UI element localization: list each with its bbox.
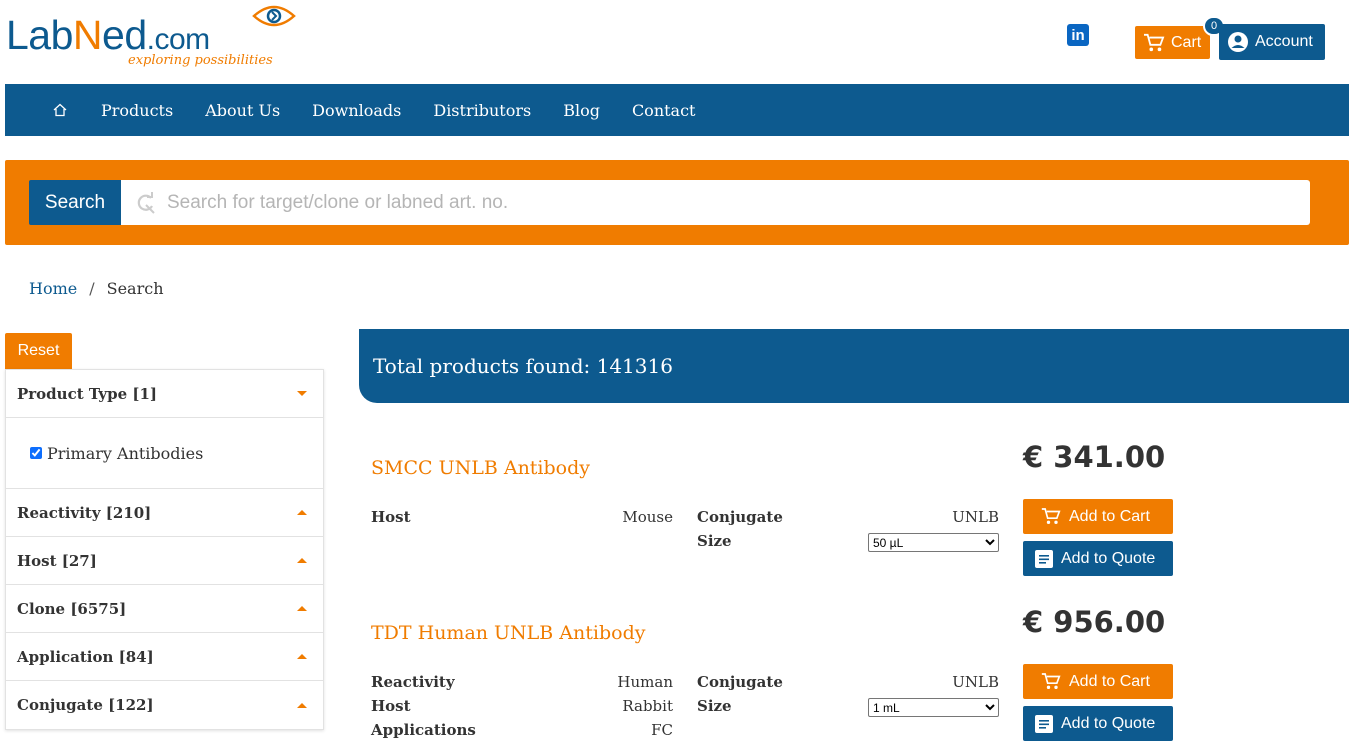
search-input[interactable] xyxy=(167,180,1297,225)
spec-host-label: Host xyxy=(371,697,411,715)
filter-product-type[interactable]: Product Type [1] xyxy=(6,370,323,418)
filter-product-type-options: Primary Antibodies xyxy=(6,418,323,489)
primary-antibodies-checkbox[interactable] xyxy=(30,447,42,459)
spec-conjugate-value: UNLB xyxy=(952,508,999,526)
filter-label: Application [84] xyxy=(17,647,154,666)
document-icon xyxy=(1035,549,1053,568)
add-to-quote-label: Add to Quote xyxy=(1061,714,1156,732)
add-to-cart-button[interactable]: Add to Cart xyxy=(1023,664,1173,699)
spec-host-value: Rabbit xyxy=(622,697,673,715)
cart-label: Cart xyxy=(1171,33,1202,51)
filter-application[interactable]: Application [84] xyxy=(6,633,323,681)
breadcrumb-current: Search xyxy=(106,279,164,298)
caret-up-icon xyxy=(297,510,307,515)
nav-item-contact[interactable]: Contact xyxy=(632,101,696,120)
breadcrumb-home[interactable]: Home xyxy=(29,279,77,298)
search-bar: Search xyxy=(5,160,1349,245)
spec-conjugate-label: Conjugate xyxy=(697,673,783,691)
caret-up-icon xyxy=(297,606,307,611)
cart-button[interactable]: Cart xyxy=(1135,26,1210,59)
nav-item-blog[interactable]: Blog xyxy=(563,101,600,120)
size-select[interactable]: 1 mL xyxy=(868,698,999,717)
spec-size-label: Size xyxy=(697,697,732,715)
main-nav: Products About Us Downloads Distributors… xyxy=(5,84,1349,136)
add-to-cart-label: Add to Cart xyxy=(1069,672,1150,690)
caret-up-icon xyxy=(297,558,307,563)
nav-item-about-us[interactable]: About Us xyxy=(205,101,280,120)
spec-reactivity-label: Reactivity xyxy=(371,673,455,691)
product-title[interactable]: TDT Human UNLB Antibody xyxy=(371,622,645,644)
cart-icon xyxy=(1041,508,1061,524)
filter-panel: Product Type [1] Primary Antibodies Reac… xyxy=(5,369,324,730)
product-price: € 341.00 xyxy=(1023,440,1166,474)
size-select[interactable]: 50 µL xyxy=(868,533,999,552)
spec-size-label: Size xyxy=(697,532,732,550)
spec-reactivity-value: Human xyxy=(617,673,673,691)
add-to-cart-button[interactable]: Add to Cart xyxy=(1023,499,1173,534)
nav-item-products[interactable]: Products xyxy=(101,101,173,120)
spec-conjugate-label: Conjugate xyxy=(697,508,783,526)
search-input-wrapper xyxy=(121,180,1310,225)
caret-down-icon xyxy=(297,391,307,396)
checkbox-label: Primary Antibodies xyxy=(47,443,204,463)
home-icon[interactable] xyxy=(53,102,69,118)
add-to-quote-label: Add to Quote xyxy=(1061,549,1156,567)
filter-label: Reactivity [210] xyxy=(17,503,152,522)
filter-label: Conjugate [122] xyxy=(17,696,154,714)
spec-applications-value: FC xyxy=(651,721,673,739)
product-price: € 956.00 xyxy=(1023,605,1166,639)
results-count-header: Total products found: 141316 xyxy=(359,329,1349,403)
account-label: Account xyxy=(1255,33,1313,50)
refresh-search-icon xyxy=(137,192,155,214)
linkedin-icon[interactable]: in xyxy=(1067,24,1089,46)
breadcrumb-separator: / xyxy=(89,279,95,298)
add-to-cart-label: Add to Cart xyxy=(1069,507,1150,525)
filter-reactivity[interactable]: Reactivity [210] xyxy=(6,489,323,537)
product-title[interactable]: SMCC UNLB Antibody xyxy=(371,457,590,479)
spec-applications-label: Applications xyxy=(371,721,476,739)
logo-tagline: exploring possibilities xyxy=(128,53,273,68)
spec-conjugate-value: UNLB xyxy=(952,673,999,691)
account-button[interactable]: Account xyxy=(1219,24,1325,60)
reset-button[interactable]: Reset xyxy=(5,333,72,369)
user-circle-icon xyxy=(1228,32,1248,52)
filter-label: Clone [6575] xyxy=(17,599,127,618)
spec-host-value: Mouse xyxy=(622,508,673,526)
nav-item-distributors[interactable]: Distributors xyxy=(433,101,531,120)
filter-clone[interactable]: Clone [6575] xyxy=(6,585,323,633)
cart-icon xyxy=(1144,33,1165,51)
logo-eye-icon xyxy=(252,5,296,27)
document-icon xyxy=(1035,714,1053,733)
add-to-quote-button[interactable]: Add to Quote xyxy=(1023,541,1173,576)
add-to-quote-button[interactable]: Add to Quote xyxy=(1023,706,1173,741)
breadcrumb: Home / Search xyxy=(29,279,164,298)
spec-host-label: Host xyxy=(371,508,411,526)
caret-up-icon xyxy=(297,702,307,708)
logo-wordmark: LabNed.com xyxy=(6,12,210,58)
filter-label: Product Type [1] xyxy=(17,384,157,403)
cart-icon xyxy=(1041,673,1061,689)
filter-conjugate[interactable]: Conjugate [122] xyxy=(6,681,323,729)
caret-up-icon xyxy=(297,654,307,659)
nav-item-downloads[interactable]: Downloads xyxy=(312,101,401,120)
filter-label: Host [27] xyxy=(17,551,97,570)
search-button[interactable]: Search xyxy=(29,180,121,225)
labned-logo[interactable]: LabNed.com exploring possibilities xyxy=(6,2,296,76)
filter-host[interactable]: Host [27] xyxy=(6,537,323,585)
